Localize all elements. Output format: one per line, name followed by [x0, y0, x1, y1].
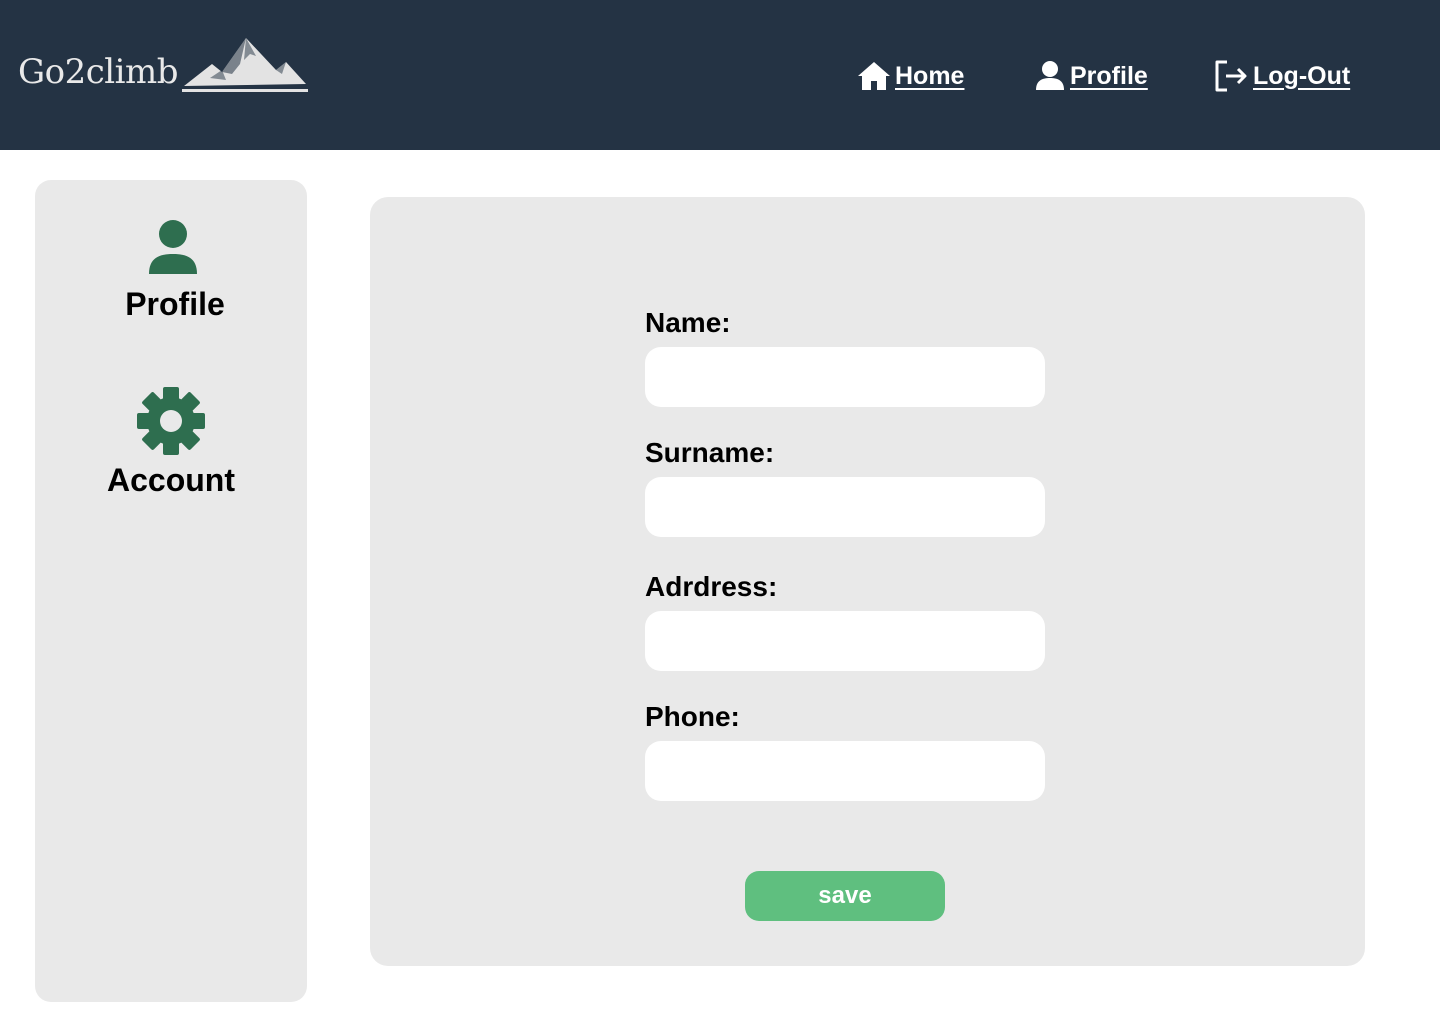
logout-icon	[1215, 60, 1247, 92]
sidebar-item-profile[interactable]: Profile	[35, 218, 307, 323]
surname-input[interactable]	[645, 477, 1045, 537]
home-icon	[858, 62, 890, 90]
profile-form-panel: Name: Surname: Adrdress: Phone: save	[370, 197, 1365, 966]
user-icon	[149, 220, 197, 274]
nav-home-link[interactable]: Home	[857, 56, 964, 96]
name-input[interactable]	[645, 347, 1045, 407]
sidebar-item-label: Profile	[125, 286, 225, 322]
nav-profile-link[interactable]: Profile	[1034, 56, 1148, 96]
gear-icon	[137, 387, 205, 455]
address-input[interactable]	[645, 611, 1045, 671]
sidebar-item-account[interactable]: Account	[35, 386, 307, 499]
nav-logout-link[interactable]: Log-Out	[1213, 56, 1350, 96]
save-button[interactable]: save	[745, 871, 945, 921]
logo-text: Go2climb	[18, 52, 179, 92]
surname-label: Surname:	[645, 437, 775, 468]
mountain-logo-icon	[182, 38, 308, 92]
user-icon	[1036, 61, 1064, 90]
name-label: Name:	[645, 307, 731, 338]
nav-profile-label: Profile	[1070, 61, 1148, 90]
top-navigation-bar: Go2climb Home Profile Log-Out	[0, 0, 1440, 150]
nav-home-label: Home	[895, 61, 965, 90]
settings-sidebar: Profile Account	[35, 180, 307, 1002]
go2climb-logo[interactable]: Go2climb	[16, 34, 312, 100]
nav-logout-label: Log-Out	[1253, 61, 1351, 90]
phone-input[interactable]	[645, 741, 1045, 801]
phone-label: Phone:	[645, 701, 740, 732]
sidebar-item-label: Account	[107, 462, 235, 498]
address-label: Adrdress:	[645, 571, 778, 602]
